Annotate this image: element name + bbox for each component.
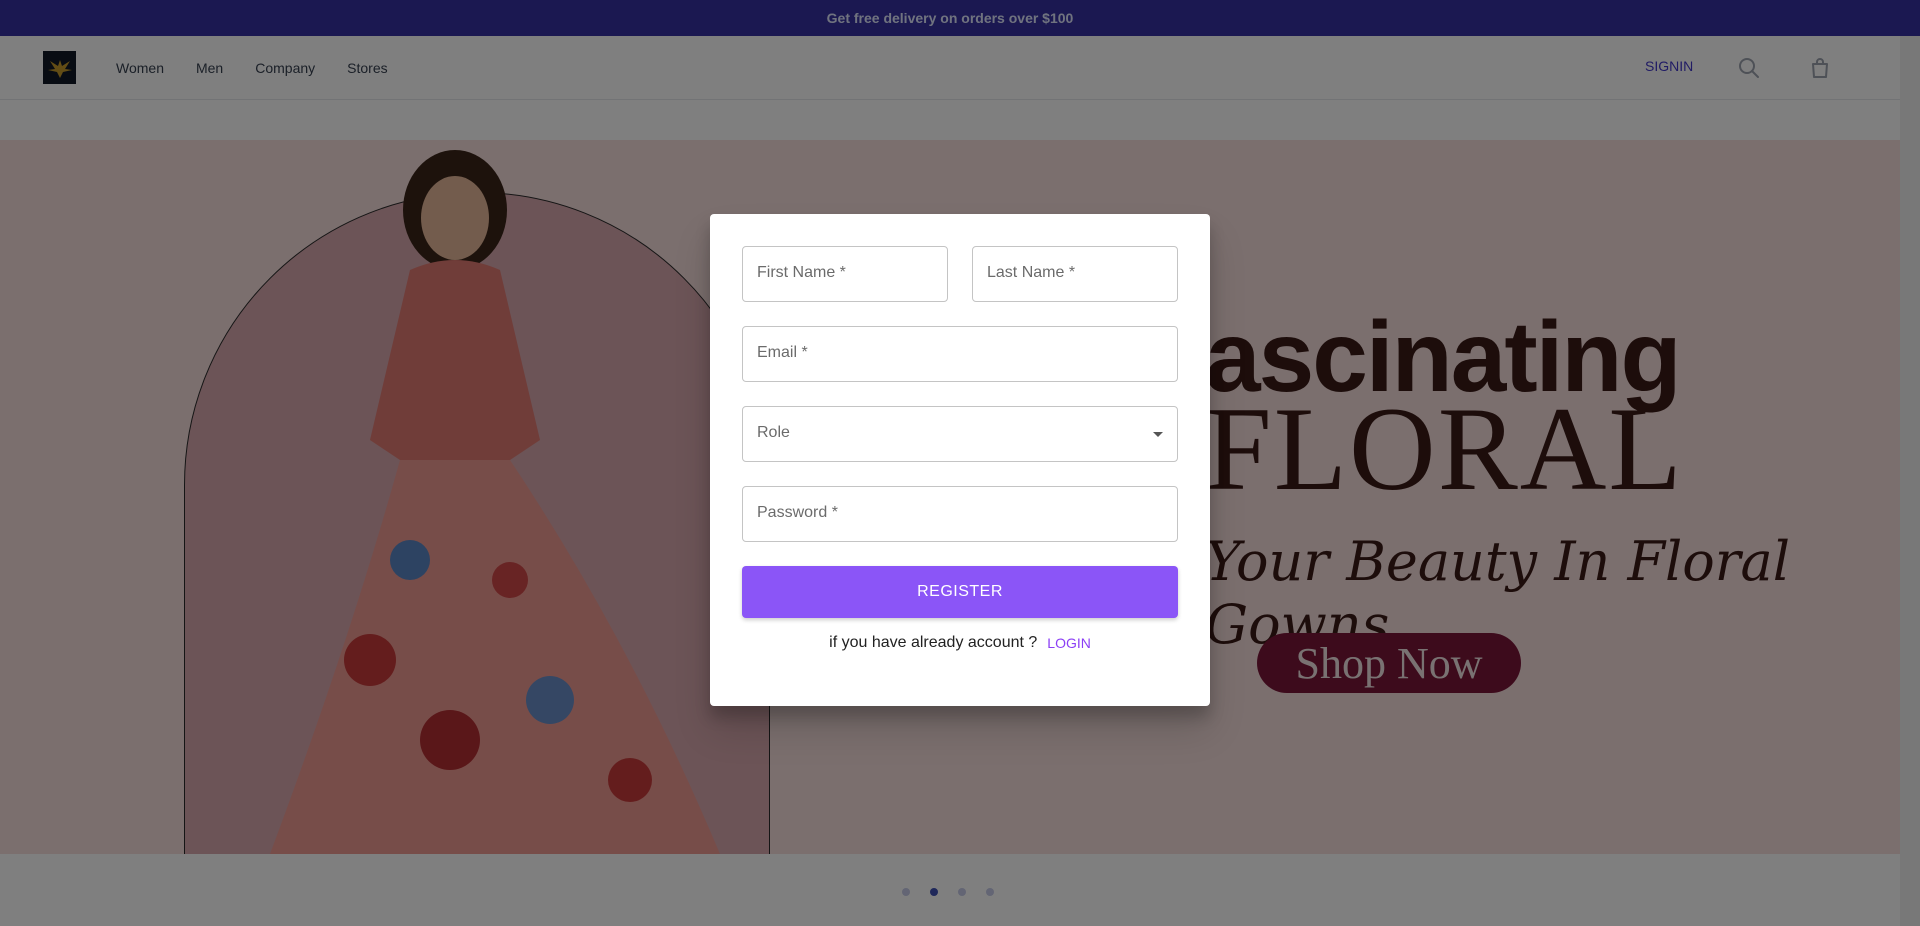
last-name-label: Last Name * (987, 264, 1076, 281)
first-name-label: First Name * (757, 264, 846, 281)
first-name-field[interactable]: First Name * (742, 246, 948, 302)
login-link[interactable]: LOGIN (1047, 635, 1091, 651)
role-label: Role (757, 424, 790, 441)
last-name-field[interactable]: Last Name * (972, 246, 1178, 302)
register-dialog: First Name * Last Name * Email * Role Pa… (710, 214, 1210, 706)
email-field[interactable]: Email * (742, 326, 1178, 382)
password-label: Password * (757, 504, 838, 521)
password-field[interactable]: Password * (742, 486, 1178, 542)
email-label: Email * (757, 344, 808, 361)
register-button[interactable]: REGISTER (742, 566, 1178, 618)
dropdown-arrow-icon (1153, 432, 1163, 437)
login-prompt-text: if you have already account ? (829, 634, 1038, 651)
role-select[interactable]: Role (742, 406, 1178, 462)
login-prompt: if you have already account ? LOGIN (710, 634, 1210, 652)
